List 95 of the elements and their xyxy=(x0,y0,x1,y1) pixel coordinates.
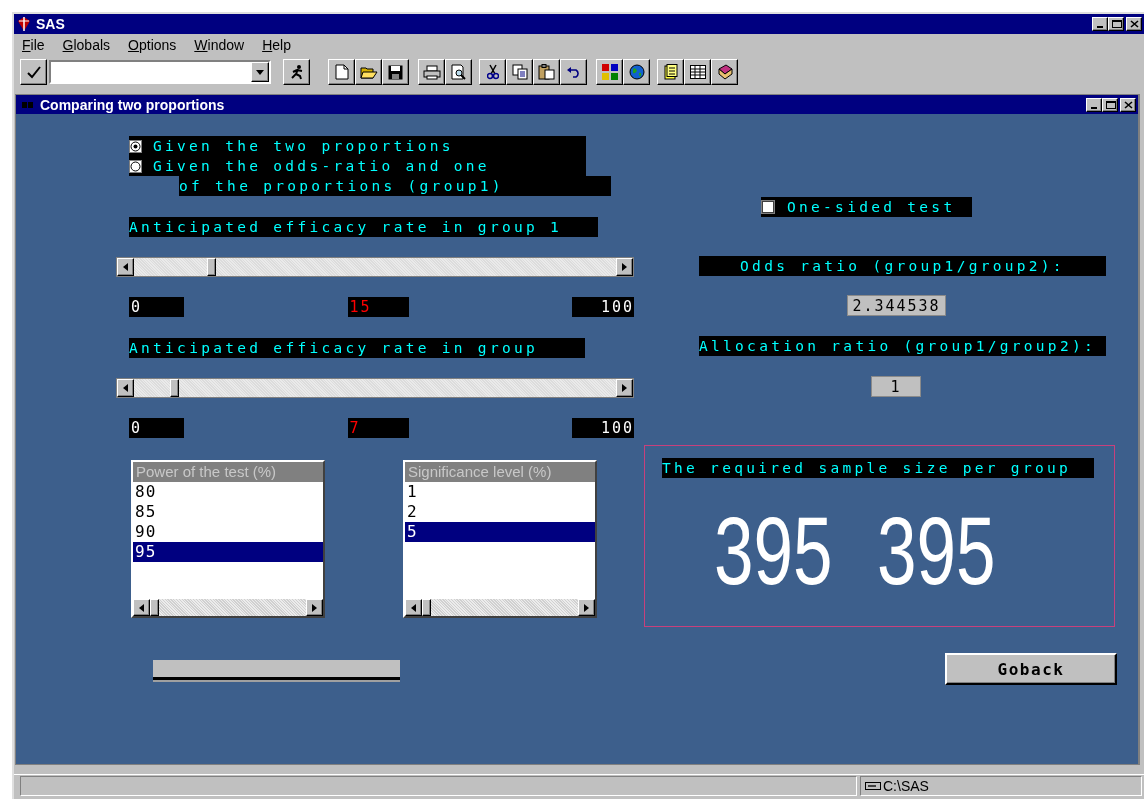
table-button[interactable] xyxy=(684,59,711,85)
scroll-thumb[interactable] xyxy=(150,599,159,616)
menu-item[interactable]: Window xyxy=(192,37,247,53)
copy-icon xyxy=(511,64,528,80)
minimize-icon xyxy=(1091,106,1097,109)
drive-icon xyxy=(865,782,881,790)
scroll-right-button[interactable] xyxy=(306,599,323,616)
folder-button[interactable] xyxy=(355,59,382,85)
scissors-button[interactable] xyxy=(479,59,506,85)
radio-button[interactable] xyxy=(129,139,142,153)
sample-size-value: 395 xyxy=(714,496,833,606)
minimize-icon xyxy=(1097,26,1103,28)
right-arrow-icon xyxy=(584,603,589,612)
scroll-right-button[interactable] xyxy=(578,599,595,616)
table-icon xyxy=(689,65,706,79)
printer-button[interactable] xyxy=(418,59,445,85)
check-icon xyxy=(25,64,42,80)
list-title: Power of the test (%) xyxy=(133,462,323,482)
odds-ratio-field[interactable]: 2.344538 xyxy=(847,295,946,316)
checkbox[interactable] xyxy=(761,200,775,214)
minimize-button[interactable] xyxy=(1092,17,1108,31)
scissors-icon xyxy=(486,64,499,80)
min-value: 0 xyxy=(129,418,184,438)
undo-button[interactable] xyxy=(560,59,587,85)
magnifier-page-icon xyxy=(450,64,467,80)
max-value: 100 xyxy=(572,297,634,317)
magnifier-page-button[interactable] xyxy=(445,59,472,85)
menu-item[interactable]: File xyxy=(20,37,47,53)
result-label: The required sample size per group xyxy=(662,458,1094,478)
caret-icon xyxy=(256,69,264,75)
globe-icon xyxy=(628,64,645,80)
globe-button[interactable] xyxy=(623,59,650,85)
current-value: 7 xyxy=(347,418,409,438)
minimize-button[interactable] xyxy=(1086,97,1102,112)
list-item[interactable]: 95 xyxy=(133,542,323,562)
left-arrow-icon xyxy=(139,603,144,612)
scroll-left-button[interactable] xyxy=(133,599,150,616)
close-button[interactable] xyxy=(1120,97,1136,112)
running-figure-button[interactable] xyxy=(283,59,310,85)
option-label: Given the two proportions xyxy=(153,136,586,156)
field-label: Allocation ratio (group1/group2): xyxy=(699,336,1106,356)
slider-label: Anticipated efficacy rate in group xyxy=(129,338,585,358)
menu-item[interactable]: Help xyxy=(260,37,293,53)
clipboard-button[interactable] xyxy=(533,59,560,85)
allocation-ratio-field[interactable]: 1 xyxy=(871,376,921,397)
list-title: Significance level (%) xyxy=(405,462,595,482)
scroll-left-button[interactable] xyxy=(405,599,422,616)
app-icon xyxy=(16,16,32,32)
option-label: Given the odds-ratio and one xyxy=(153,156,586,176)
close-button[interactable] xyxy=(1126,17,1142,31)
menu-item[interactable]: Globals xyxy=(60,37,113,53)
printer-icon xyxy=(422,64,441,80)
new-document-button[interactable] xyxy=(328,59,355,85)
floppy-disk-button[interactable] xyxy=(382,59,409,85)
book-icon xyxy=(716,64,733,80)
maximize-icon xyxy=(1109,18,1123,30)
check-button[interactable] xyxy=(20,59,47,85)
max-value: 100 xyxy=(572,418,634,438)
right-arrow-icon xyxy=(312,603,317,612)
dropdown-button[interactable] xyxy=(251,62,269,82)
list-item[interactable]: 2 xyxy=(405,502,595,522)
colored-blocks-icon xyxy=(600,63,619,81)
goback-button[interactable]: Goback xyxy=(945,653,1117,685)
option-label: of the proportions (group1) xyxy=(179,176,611,196)
menu-item[interactable]: Options xyxy=(126,37,179,53)
current-value: 15 xyxy=(347,297,409,317)
list-item[interactable]: 80 xyxy=(133,482,323,502)
scroll-thumb[interactable] xyxy=(422,599,431,616)
copy-button[interactable] xyxy=(506,59,533,85)
new-document-icon xyxy=(334,64,349,80)
field-label: Odds ratio (group1/group2): xyxy=(699,256,1106,276)
list-item[interactable]: 90 xyxy=(133,522,323,542)
document-stack-button[interactable] xyxy=(657,59,684,85)
list-item[interactable]: 1 xyxy=(405,482,595,502)
left-arrow-icon xyxy=(411,603,416,612)
colored-blocks-button[interactable] xyxy=(596,59,623,85)
window-title: Comparing two proportions xyxy=(40,96,226,113)
document-stack-icon xyxy=(662,64,679,80)
clipboard-icon xyxy=(538,64,555,80)
folder-icon xyxy=(359,65,378,79)
frame-icon xyxy=(22,100,34,109)
undo-icon xyxy=(565,66,582,78)
book-button[interactable] xyxy=(711,59,738,85)
window-title: SAS xyxy=(36,16,66,32)
path-text: C:\SAS xyxy=(883,778,929,794)
list-item[interactable]: 85 xyxy=(133,502,323,522)
list-item[interactable]: 5 xyxy=(405,522,595,542)
slider-label: Anticipated efficacy rate in group 1 xyxy=(129,217,598,237)
maximize-button[interactable] xyxy=(1108,17,1124,31)
checkbox-label: One-sided test xyxy=(785,197,972,217)
command-field[interactable] xyxy=(49,60,271,84)
sample-size-value: 395 xyxy=(877,496,996,606)
maximize-button[interactable] xyxy=(1102,97,1118,112)
min-value: 0 xyxy=(129,297,184,317)
radio-button[interactable] xyxy=(129,159,142,173)
